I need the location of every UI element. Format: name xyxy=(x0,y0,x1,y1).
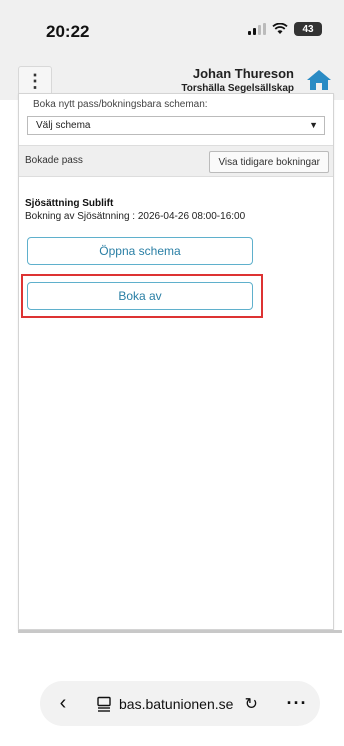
menu-button[interactable]: ⋮ xyxy=(18,66,52,96)
reload-icon[interactable]: ↻ xyxy=(244,694,257,714)
show-earlier-bookings-button[interactable]: Visa tidigare bokningar xyxy=(209,151,329,173)
user-block: Johan Thureson Torshälla Segelsällskap xyxy=(181,66,294,94)
booking-detail: Bokning av Sjösätnning : 2026-04-26 08:0… xyxy=(25,211,246,222)
booked-header: Bokade pass Visa tidigare bokningar xyxy=(19,145,333,177)
page-icon xyxy=(97,696,111,712)
url-text: bas.batunionen.se xyxy=(119,695,234,712)
booked-label: Bokade pass xyxy=(25,155,83,166)
user-name: Johan Thureson xyxy=(192,66,294,81)
booking-panel: Boka nytt pass/bokningsbara scheman: Väl… xyxy=(18,93,334,630)
address-bar[interactable]: bas.batunionen.se ↻ xyxy=(88,681,266,726)
book-new-label: Boka nytt pass/bokningsbara scheman: xyxy=(33,99,208,110)
status-icons: 43 xyxy=(248,22,322,36)
more-options-button[interactable]: ··· xyxy=(274,681,320,726)
wifi-icon xyxy=(272,23,288,34)
browser-bar: ‹ bas.batunionen.se ↻ ··· xyxy=(40,681,320,726)
cellular-signal-icon xyxy=(248,23,266,35)
schema-select[interactable]: Välj schema ▼ xyxy=(27,116,325,135)
battery-icon: 43 xyxy=(294,22,322,36)
open-schema-button[interactable]: Öppna schema xyxy=(27,237,253,265)
clock: 20:22 xyxy=(46,22,90,41)
cancel-booking-button[interactable]: Boka av xyxy=(27,282,253,310)
schema-select-value: Välj schema xyxy=(36,120,91,131)
home-icon[interactable] xyxy=(306,68,332,92)
back-button[interactable]: ‹ xyxy=(40,681,86,726)
status-bar: 20:22 43 xyxy=(0,0,344,62)
booking-title: Sjösättning Sublift xyxy=(25,198,114,209)
divider xyxy=(18,630,342,633)
chevron-down-icon: ▼ xyxy=(309,120,318,130)
